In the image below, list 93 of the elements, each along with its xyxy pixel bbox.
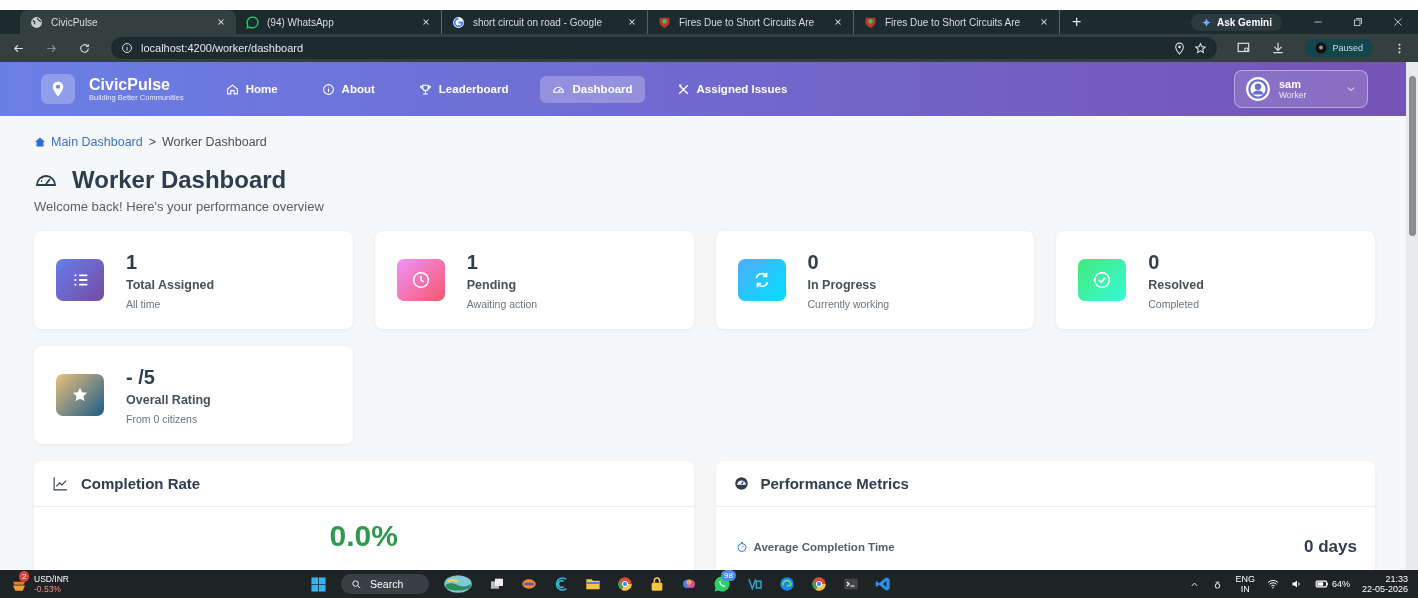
nav-link[interactable]: Assigned Issues <box>664 75 800 103</box>
stat-label: In Progress <box>807 277 878 292</box>
location-pin-icon <box>1173 41 1187 55</box>
nav-link[interactable]: Home <box>213 75 290 103</box>
stat-caption: Completed <box>1148 297 1201 310</box>
oval-app-icon <box>521 576 537 592</box>
widget-change: -0.53% <box>34 584 62 594</box>
info-icon <box>321 82 335 96</box>
folder-icon <box>585 576 601 592</box>
notification-badge: 98 <box>721 570 736 581</box>
stat-label: Total Assigned <box>126 277 215 292</box>
location-pin-icon[interactable] <box>41 74 75 104</box>
wifi-icon <box>1266 578 1279 590</box>
gauge-icon <box>733 476 749 491</box>
avatar-icon <box>1315 42 1328 54</box>
sync-icon <box>737 259 786 301</box>
user-avatar-icon <box>1245 76 1271 102</box>
reload-icon <box>78 41 91 55</box>
shield-icon <box>658 15 671 29</box>
close-icon <box>833 17 843 27</box>
address-bar[interactable]: localhost:4200/worker/dashboard <box>111 37 1218 59</box>
stat-value: 1 <box>466 250 479 274</box>
stat-caption: Awaiting action <box>466 297 538 310</box>
stopwatch-icon <box>735 541 748 553</box>
assistant-button[interactable]: Ask Gemini <box>1190 13 1282 31</box>
stat-value: 1 <box>126 250 139 274</box>
close-icon <box>1039 17 1049 27</box>
stat-label: Overall Rating <box>126 392 211 407</box>
code-editor-icon <box>875 576 891 592</box>
stat-value: 0 <box>1148 250 1161 274</box>
task-view-icon <box>489 576 505 592</box>
star-outline-icon <box>1194 41 1208 55</box>
shield-icon <box>864 15 877 29</box>
language-indicator[interactable]: ENG IN <box>1235 574 1255 594</box>
page-title: Worker Dashboard <box>72 166 287 194</box>
restore-icon <box>1352 16 1364 28</box>
screen-search-icon <box>1237 41 1252 55</box>
stat-caption: From 0 citizens <box>126 412 199 425</box>
home-icon <box>225 82 239 96</box>
sparkle-icon <box>1200 16 1212 28</box>
nav-link[interactable]: Leaderboard <box>406 75 521 103</box>
search-field[interactable]: Search <box>341 574 429 594</box>
terminal-icon <box>843 576 859 592</box>
windows-start-icon <box>310 575 327 593</box>
completion-value: 0.0% <box>328 519 399 553</box>
browser-icon <box>811 576 827 592</box>
stat-label: Resolved <box>1148 277 1204 292</box>
ring-icon <box>452 15 465 29</box>
info-icon <box>121 42 133 54</box>
widget-title[interactable]: USD/INR <box>34 574 69 584</box>
metric-value: 0 days <box>1304 537 1357 557</box>
trophy-icon <box>418 82 432 96</box>
globe-icon <box>30 15 43 29</box>
metric-label: Average Completion Time <box>753 541 895 553</box>
download-icon <box>1271 41 1286 55</box>
close-icon <box>421 17 431 27</box>
search-icon <box>351 578 362 590</box>
battery-icon <box>1314 577 1329 591</box>
panel-title: Performance Metrics <box>760 475 909 492</box>
nav-link[interactable]: About <box>309 75 387 103</box>
lock-icon <box>649 576 665 592</box>
breadcrumb-separator: > <box>148 135 157 149</box>
speaker-icon <box>1290 578 1303 590</box>
close-icon <box>627 17 637 27</box>
browser-icon <box>617 576 633 592</box>
clock[interactable]: 21:33 22-05-2026 <box>1361 574 1408 594</box>
list-icon <box>56 259 104 301</box>
stat-value: 0 <box>807 250 820 274</box>
panel-title: Completion Rate <box>81 475 201 492</box>
stat-label: Pending <box>466 277 518 292</box>
chat-bubble-icon <box>713 575 731 593</box>
clock-icon <box>396 259 445 301</box>
close-icon <box>216 17 226 27</box>
stat-caption: Currently working <box>807 297 890 310</box>
browser-tab[interactable]: CivicPulse <box>20 10 236 34</box>
battery-level: 64% <box>1331 579 1350 589</box>
stat-caption: All time <box>126 297 162 310</box>
page-subtitle: Welcome back! Here's your performance overview <box>34 199 325 214</box>
chat-bubble-icon <box>246 15 259 29</box>
close-icon <box>1392 16 1404 28</box>
breadcrumb-current: Worker Dashboard <box>162 135 267 149</box>
stat-value: - /5 <box>126 365 156 389</box>
scrollbar[interactable] <box>1406 62 1418 570</box>
brand-name[interactable]: CivicPulse <box>89 76 184 93</box>
tools-icon <box>676 82 690 96</box>
notification-badge: 2 <box>19 571 30 582</box>
user-menu[interactable]: sam Worker <box>1234 70 1368 108</box>
profile-button[interactable]: Paused <box>1305 39 1373 57</box>
new-tab-button[interactable]: + <box>1072 13 1082 31</box>
house-icon <box>34 136 46 148</box>
breadcrumb-link[interactable]: Main Dashboard <box>34 135 143 149</box>
line-chart-icon <box>52 475 69 492</box>
wave-app-icon <box>553 576 569 592</box>
